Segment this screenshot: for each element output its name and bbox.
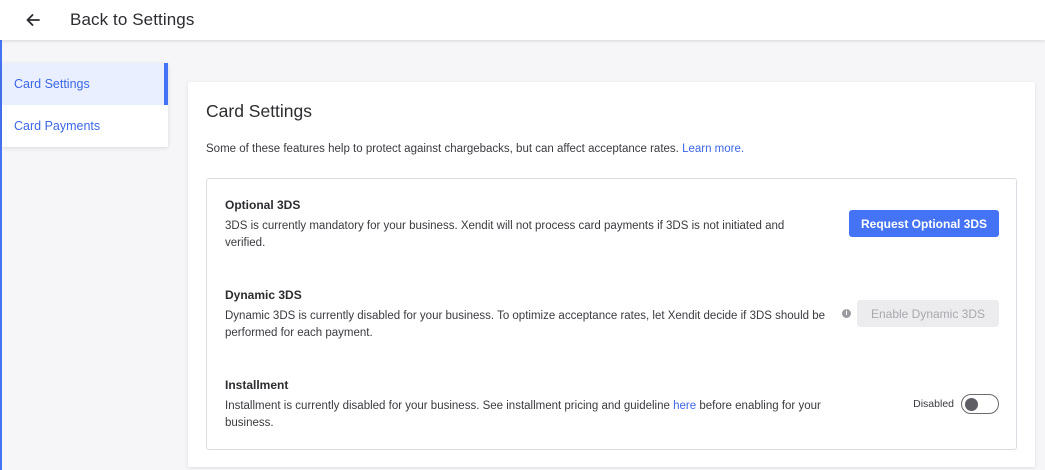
installment-toggle[interactable]: [961, 394, 999, 414]
installment-title: Installment: [225, 378, 289, 392]
arrow-left-icon[interactable]: [23, 10, 43, 30]
request-optional-3ds-button[interactable]: Request Optional 3DS: [849, 210, 999, 237]
dynamic-3ds-title: Dynamic 3DS: [225, 288, 302, 302]
settings-box: Optional 3DS 3DS is currently mandatory …: [206, 178, 1017, 450]
panel-description: Some of these features help to protect a…: [206, 143, 744, 155]
installment-description: Installment is currently disabled for yo…: [225, 398, 825, 432]
installment-section: Installment Installment is currently dis…: [225, 378, 825, 432]
dynamic-3ds-section: Dynamic 3DS Dynamic 3DS is currently dis…: [225, 288, 825, 342]
enable-dynamic-3ds-button[interactable]: Enable Dynamic 3DS: [857, 300, 999, 327]
panel-description-text: Some of these features help to protect a…: [206, 143, 679, 155]
sidebar-item-card-settings[interactable]: Card Settings: [2, 63, 168, 105]
top-bar: Back to Settings: [0, 0, 1045, 40]
toggle-knob: [965, 397, 978, 411]
installment-toggle-label: Disabled: [913, 398, 954, 410]
installment-description-before: Installment is currently disabled for yo…: [225, 400, 670, 412]
back-to-settings-link[interactable]: Back to Settings: [70, 10, 194, 30]
page-title: Card Settings: [206, 101, 313, 121]
sidebar: Card Settings Card Payments: [2, 63, 168, 147]
optional-3ds-description: 3DS is currently mandatory for your busi…: [225, 220, 785, 249]
learn-more-link[interactable]: Learn more.: [682, 143, 744, 155]
optional-3ds-title: Optional 3DS: [225, 198, 301, 212]
installment-here-link[interactable]: here: [673, 400, 696, 412]
dynamic-3ds-description: Dynamic 3DS is currently disabled for yo…: [225, 310, 826, 339]
optional-3ds-section: Optional 3DS 3DS is currently mandatory …: [225, 198, 825, 252]
card-settings-panel: Card Settings Some of these features hel…: [188, 82, 1035, 467]
info-icon[interactable]: i: [842, 309, 851, 318]
sidebar-item-card-payments[interactable]: Card Payments: [2, 105, 168, 147]
